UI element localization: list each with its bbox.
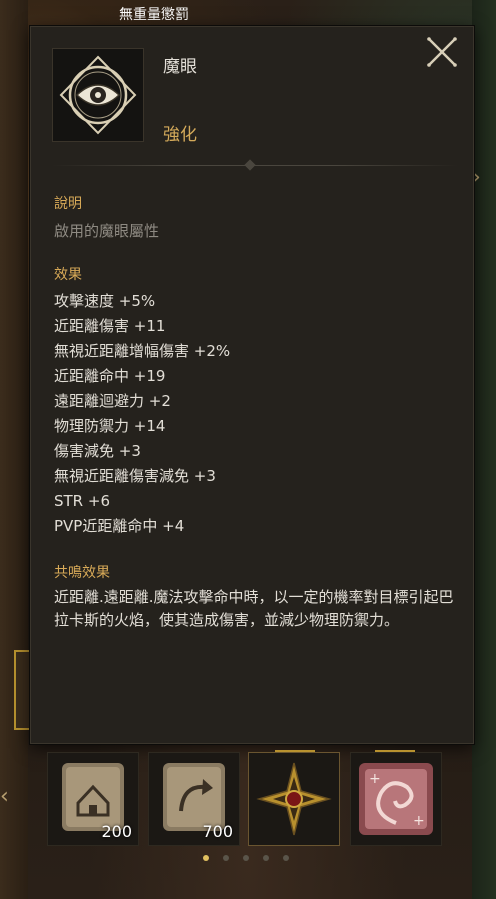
effect-line: 近距離傷害 +11 — [54, 317, 166, 335]
quick-slot-4[interactable]: + + — [350, 752, 442, 846]
eye-icon — [59, 55, 137, 135]
close-button[interactable] — [422, 32, 462, 72]
effect-line: STR +6 — [54, 492, 110, 510]
slot-count: 200 — [101, 822, 132, 841]
quick-slot-3[interactable] — [248, 752, 340, 846]
background-left-scene — [0, 0, 28, 899]
quick-slot-2[interactable]: 700 — [148, 752, 240, 846]
effect-line: 傷害減免 +3 — [54, 442, 141, 460]
item-icon-frame — [52, 48, 144, 142]
effect-line: 近距離命中 +19 — [54, 367, 166, 385]
svg-text:+: + — [413, 813, 425, 829]
spiral-card-icon: + + — [359, 763, 433, 835]
left-arrow-icon: ‹ — [0, 784, 9, 809]
effect-line: 無視近距離增幅傷害 +2% — [54, 342, 231, 360]
description-text: 啟用的魔眼屬性 — [54, 222, 160, 240]
item-type: 強化 — [163, 125, 197, 145]
item-name: 魔眼 — [163, 57, 197, 77]
slot-count: 700 — [202, 822, 233, 841]
effects-label: 效果 — [54, 267, 82, 283]
weight-status-title: 無重量懲罰 — [119, 7, 189, 23]
description-label: 說明 — [54, 196, 82, 212]
close-icon — [427, 37, 457, 67]
page-dot[interactable] — [223, 855, 229, 861]
page-dot[interactable] — [263, 855, 269, 861]
svg-text:+: + — [369, 771, 381, 787]
effect-line: PVP近距離命中 +4 — [54, 517, 185, 535]
side-drawer-handle[interactable] — [14, 650, 30, 730]
compass-emblem-icon — [256, 762, 332, 836]
resonance-text: 近距離.遠距離.魔法攻擊命中時，以一定的機率對目標引起巴拉卡斯的火焰，使其造成傷… — [54, 588, 454, 629]
page-dot[interactable] — [243, 855, 249, 861]
effect-line: 物理防禦力 +14 — [54, 417, 166, 435]
effects-list: 攻擊速度 +5% 近距離傷害 +11 無視近距離增幅傷害 +2% 近距離命中 +… — [54, 289, 230, 539]
effect-line: 無視近距離傷害減免 +3 — [54, 467, 216, 485]
page-dot[interactable] — [203, 855, 209, 861]
quick-slot-1[interactable]: 200 — [47, 752, 139, 846]
page-indicator — [203, 855, 289, 861]
resonance-label: 共鳴效果 — [54, 565, 110, 581]
effect-line: 遠距離迴避力 +2 — [54, 392, 171, 410]
background-right-scene — [472, 0, 496, 899]
effect-line: 攻擊速度 +5% — [54, 292, 156, 310]
page-dot[interactable] — [283, 855, 289, 861]
